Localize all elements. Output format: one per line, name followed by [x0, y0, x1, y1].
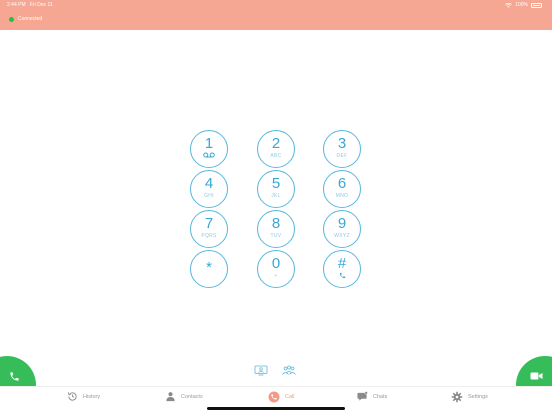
key-letters: TUV: [270, 233, 282, 239]
key-6[interactable]: 6 MNO: [323, 170, 361, 208]
dial-keypad: 1 2 ABC 3 DEF 4 GHI 5 JKL 6 MNO 7 PQRS 8…: [190, 130, 362, 288]
key-letters: DEF: [336, 153, 348, 159]
key-4[interactable]: 4 GHI: [190, 170, 228, 208]
call-tab-icon: [268, 391, 280, 403]
key-digit: 8: [271, 215, 281, 232]
status-date: Fri Dec 11: [30, 2, 53, 8]
tab-call[interactable]: Call: [268, 391, 294, 403]
status-time: 2:44 PM: [7, 2, 26, 8]
key-sub: [324, 272, 360, 279]
key-digit: 9: [337, 215, 347, 232]
connection-status: Connected: [9, 16, 42, 22]
contacts-icon: [166, 392, 175, 402]
call-extra-icons: [254, 365, 297, 376]
key-letters: WXYZ: [334, 233, 350, 239]
key-letters: MNO: [335, 193, 349, 199]
key-letters: JKL: [271, 193, 281, 199]
connection-label: Connected: [18, 16, 43, 22]
tab-label: History: [83, 393, 101, 400]
key-digit: 0: [271, 255, 281, 272]
key-digit: 5: [271, 175, 281, 192]
phone-icon: [10, 372, 19, 381]
tab-label: Chats: [373, 393, 388, 400]
wifi-icon: [505, 2, 513, 8]
key-sub: [191, 152, 227, 158]
home-indicator: [207, 407, 345, 410]
conference-icon[interactable]: [281, 365, 297, 376]
status-bar: 2:44 PM Fri Dec 11 100%: [0, 0, 552, 10]
tab-contacts[interactable]: Contacts: [165, 391, 203, 402]
key-digit: #: [337, 255, 347, 272]
phone-small-icon: [339, 272, 345, 279]
battery-percent: 100%: [515, 2, 528, 8]
key-0[interactable]: 0 +: [257, 250, 295, 288]
connected-dot-icon: [9, 16, 14, 22]
tab-bar: History Contacts Call Chats Settings: [0, 386, 552, 415]
tab-chats[interactable]: Chats: [357, 391, 387, 402]
key-8[interactable]: 8 TUV: [257, 210, 295, 248]
battery-icon: [531, 2, 542, 8]
tab-label: Contacts: [181, 393, 203, 400]
key-digit: *: [206, 259, 212, 276]
tab-label: Call: [285, 394, 295, 400]
key-letters: ABC: [270, 153, 282, 159]
key-digit: 3: [337, 135, 347, 152]
history-icon: [67, 392, 77, 401]
key-5[interactable]: 5 JKL: [257, 170, 295, 208]
key-letters: PQRS: [201, 233, 217, 239]
key-letters: GHI: [204, 193, 214, 199]
video-camera-icon: [530, 372, 543, 380]
key-digit: 1: [204, 135, 214, 152]
key-7[interactable]: 7 PQRS: [190, 210, 228, 248]
chats-icon: [357, 391, 368, 401]
key-3[interactable]: 3 DEF: [323, 130, 361, 168]
key-star[interactable]: *: [190, 250, 228, 288]
key-1[interactable]: 1: [190, 130, 228, 168]
tab-label: Settings: [468, 394, 488, 400]
app-header: 2:44 PM Fri Dec 11 100% Connected: [0, 0, 552, 30]
key-digit: 2: [271, 135, 281, 152]
settings-icon: [451, 391, 463, 403]
tab-settings[interactable]: Settings: [451, 391, 488, 403]
key-letters: +: [274, 273, 278, 279]
screen-share-icon[interactable]: [254, 365, 268, 376]
key-digit: 4: [204, 175, 214, 192]
key-2[interactable]: 2 ABC: [257, 130, 295, 168]
voicemail-icon: [203, 152, 215, 158]
key-9[interactable]: 9 WXYZ: [323, 210, 361, 248]
key-digit: 6: [337, 175, 347, 192]
key-hash[interactable]: #: [323, 250, 361, 288]
key-digit: 7: [204, 215, 214, 232]
status-right: 100%: [505, 2, 542, 8]
tab-history[interactable]: History: [67, 391, 100, 402]
